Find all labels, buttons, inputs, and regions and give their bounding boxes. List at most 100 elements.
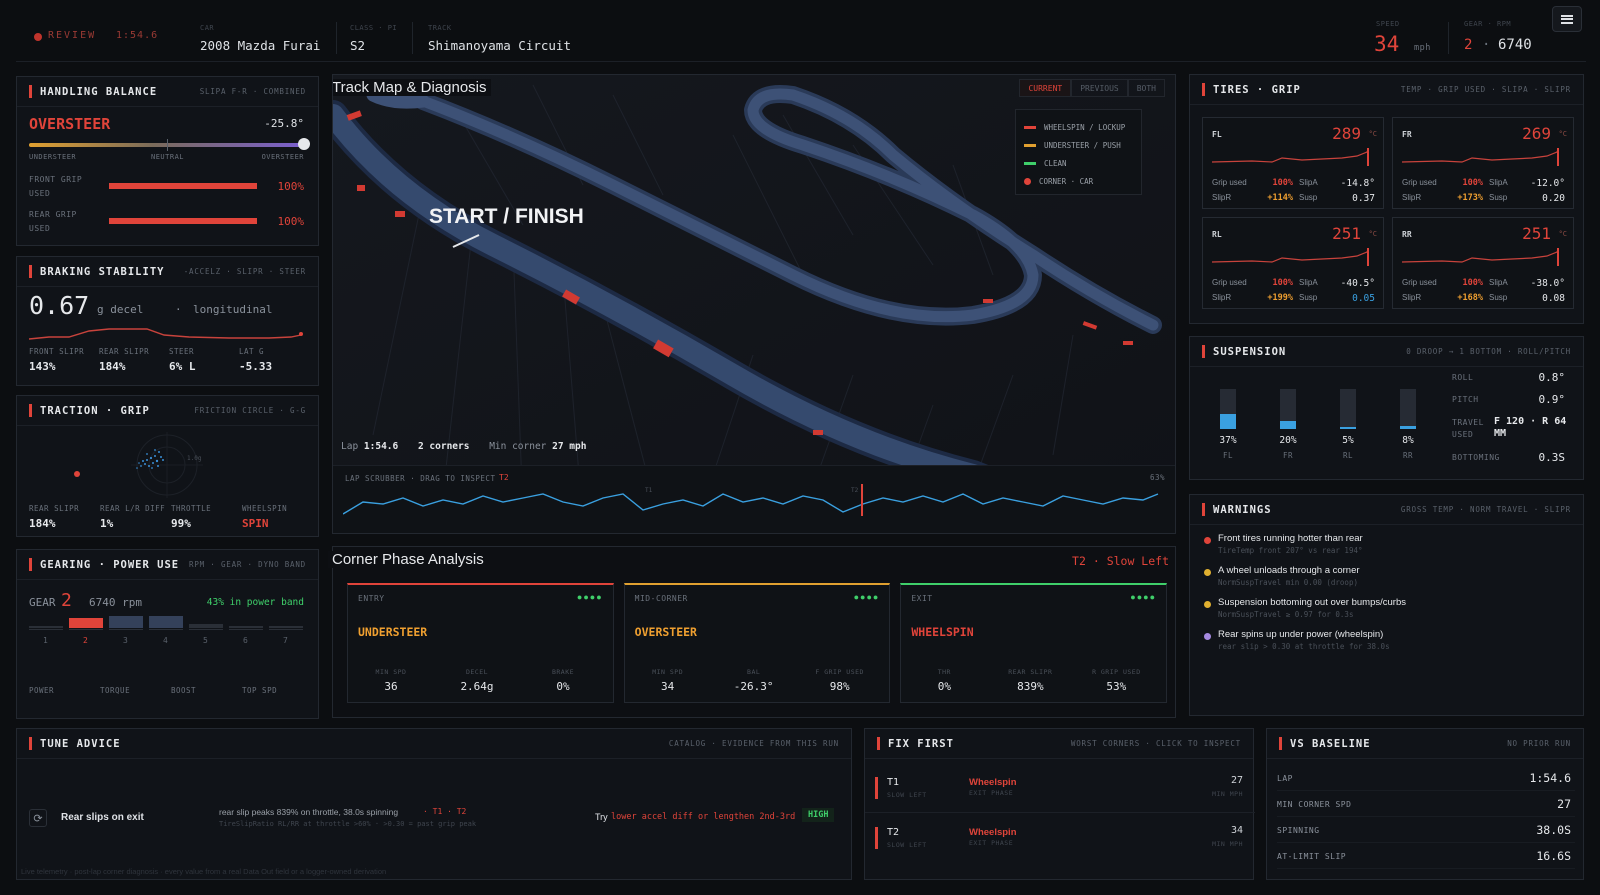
warning-item[interactable]: A wheel unloads through a corner NormSusp… <box>1204 565 1574 597</box>
lap-scrubber[interactable]: LAP SCRUBBER · DRAG TO INSPECT T2 63% T1… <box>333 465 1175 533</box>
tire-grip-value: 100% <box>1462 278 1483 288</box>
phase-card-mid-corner[interactable]: MID-CORNER ●●●● OVERSTEER MIN SPD 34 BAL -26.3… <box>623 583 891 703</box>
phase-name: EXIT <box>911 594 933 603</box>
track-map-panel: START / FINISH Track Map & Diagnosis CUR… <box>332 74 1176 534</box>
refresh-icon[interactable]: ⟳ <box>29 809 47 827</box>
gear-number: 3 <box>123 636 128 645</box>
tire-slipa-value: -38.0° <box>1530 278 1565 289</box>
gearing-stat-label: POWER <box>29 686 55 695</box>
gear-bar <box>69 618 103 628</box>
phase-state: WHEELSPIN <box>911 625 974 639</box>
tire-temp-trace <box>1211 248 1372 266</box>
suspension-pos: RR <box>1402 451 1414 460</box>
baseline-value: 1:54.6 <box>1529 771 1571 785</box>
pitch-value: 0.9° <box>1538 393 1566 406</box>
fix-speed: 34 <box>1230 825 1243 836</box>
tire-card-rr[interactable]: RR 251 °C Grip used 100% SlipA -38.0° SlipR +168… <box>1392 217 1574 309</box>
gearing-title: GEARING · POWER USE <box>40 558 180 571</box>
fix-speed-unit: MIN MPH <box>1212 840 1243 848</box>
baseline-value: 16.6S <box>1536 849 1571 863</box>
gear-baseline <box>69 629 103 630</box>
gear-bar <box>229 626 263 628</box>
car-name: 2008 Mazda Furai <box>200 38 321 53</box>
handling-state: OVERSTEER <box>29 115 111 133</box>
warning-item[interactable]: Suspension bottoming out over bumps/curb… <box>1204 597 1574 629</box>
phase-dots-icon: ●●●● <box>576 592 603 602</box>
tab-previous[interactable]: PREVIOUS <box>1071 79 1128 97</box>
phase-stat-label: MIN SPD <box>652 668 684 676</box>
tire-slipa-label: SlipA <box>1299 278 1318 287</box>
gear-baseline <box>229 629 263 630</box>
braking-trace <box>29 328 303 340</box>
phase-card-entry[interactable]: ENTRY ●●●● UNDERSTEER MIN SPD 36 DECEL 2.64g BR… <box>347 583 614 703</box>
warnings-meta: GROSS TEMP · NORM TRAVEL · SLIPR <box>1400 505 1571 514</box>
warning-dot-icon <box>1204 569 1211 576</box>
gearing-meta: RPM · GEAR · DYNO BAND <box>189 560 306 569</box>
traction-title: TRACTION · GRIP <box>40 404 150 417</box>
tire-grip-value: 100% <box>1462 178 1483 188</box>
warning-item[interactable]: Rear spins up under power (wheelspin) rea… <box>1204 629 1574 661</box>
suspension-bar-rl <box>1340 389 1356 429</box>
braking-desc: longitudinal <box>193 303 273 316</box>
gear-bar <box>189 624 223 628</box>
legend-label: CLEAN <box>1044 158 1067 168</box>
fix-speed-unit: MIN MPH <box>1212 790 1243 798</box>
front-grip-value: 100% <box>277 180 305 193</box>
warning-detail: TireTemp front 207° vs rear 194° <box>1218 546 1363 555</box>
baseline-label: MIN CORNER SPD <box>1277 800 1352 809</box>
phase-stat-label: R GRIP USED <box>1092 668 1141 676</box>
fix-corner-sub: SLOW LEFT <box>887 791 927 799</box>
suspension-pct: 37% <box>1219 435 1237 446</box>
tire-grip-value: 100% <box>1272 278 1293 288</box>
header-lap-time: 1:54.6 <box>116 30 159 41</box>
warning-item[interactable]: Front tires running hotter than rear Tire… <box>1204 533 1574 565</box>
legend-label: CORNER · CAR <box>1039 176 1094 186</box>
tire-temp-unit: °C <box>1368 230 1377 238</box>
phase-stat-label: BAL <box>747 668 761 676</box>
lap-value: 1:54.6 <box>363 441 399 452</box>
balance-marker[interactable] <box>298 138 310 150</box>
fix-first-item[interactable]: T2 SLOW LEFT Wheelspin EXIT PHASE 34 MIN MPH <box>865 813 1255 863</box>
friction-circle: 1.0g <box>74 432 203 498</box>
suspension-fill <box>1340 427 1356 429</box>
warning-detail: rear slip > 0.30 at throttle for 38.0s <box>1218 642 1390 651</box>
phase-stat-value: 36 <box>384 680 398 693</box>
phase-stat-label: THR <box>937 668 951 676</box>
legend-label: UNDERSTEER / PUSH <box>1044 140 1121 150</box>
tune-evidence-tags: · T1 · T2 <box>423 807 467 816</box>
gearing-gear: 2 <box>61 590 72 611</box>
scrubber-playhead[interactable] <box>860 484 863 516</box>
tire-grip-label: Grip used <box>1212 178 1247 187</box>
handling-angle: -25.8° <box>264 117 304 130</box>
header-gear: 2 <box>1464 37 1473 53</box>
braking-stat-label: LAT G <box>239 347 265 356</box>
menu-button[interactable] <box>1552 6 1582 32</box>
gear-baseline <box>189 629 223 630</box>
tire-card-fr[interactable]: FR 269 °C Grip used 100% SlipA -12.0° SlipR +173… <box>1392 117 1574 209</box>
balance-center-tick <box>167 139 168 151</box>
gear-number: 5 <box>203 636 208 645</box>
phase-stat-value: 0% <box>556 680 570 693</box>
tire-card-fl[interactable]: FL 289 °C Grip used 100% SlipA -14.8° SlipR +114… <box>1202 117 1384 209</box>
tab-current[interactable]: CURRENT <box>1019 79 1072 97</box>
phase-stat-label: DECEL <box>465 668 489 676</box>
corner-name: Slow Left <box>1106 554 1169 568</box>
warning-dot-icon <box>1204 633 1211 640</box>
baseline-value: 27 <box>1557 797 1571 811</box>
fix-corner: T2 <box>887 827 900 838</box>
tire-susp-label: Susp <box>1489 293 1508 302</box>
legend-item: CORNER · CAR <box>1024 172 1133 190</box>
friction-ring-label: 1.0g <box>187 455 202 462</box>
tire-grip-label: Grip used <box>1212 278 1247 287</box>
braking-stat-value: 184% <box>99 360 126 373</box>
speed-label: SPEED <box>1376 20 1400 28</box>
tune-advice-row[interactable]: ⟳ Rear slips on exit rear slip peaks 839… <box>17 799 853 839</box>
tire-card-rl[interactable]: RL 251 °C Grip used 100% SlipA -40.5° SlipR +199… <box>1202 217 1384 309</box>
tire-slipr-value: +168% <box>1457 293 1483 303</box>
tab-both[interactable]: BOTH <box>1127 79 1165 97</box>
phase-card-exit[interactable]: EXIT ●●●● WHEELSPIN THR 0% REAR SLIPR 839% R GR… <box>900 583 1168 703</box>
suspension-pct: 20% <box>1279 435 1297 446</box>
tune-evidence: rear slip peaks 839% on throttle, 38.0s … <box>219 807 399 817</box>
fix-issue: Wheelspin <box>969 777 1017 788</box>
fix-first-item[interactable]: T1 SLOW LEFT Wheelspin EXIT PHASE 27 MIN MPH <box>865 763 1255 813</box>
